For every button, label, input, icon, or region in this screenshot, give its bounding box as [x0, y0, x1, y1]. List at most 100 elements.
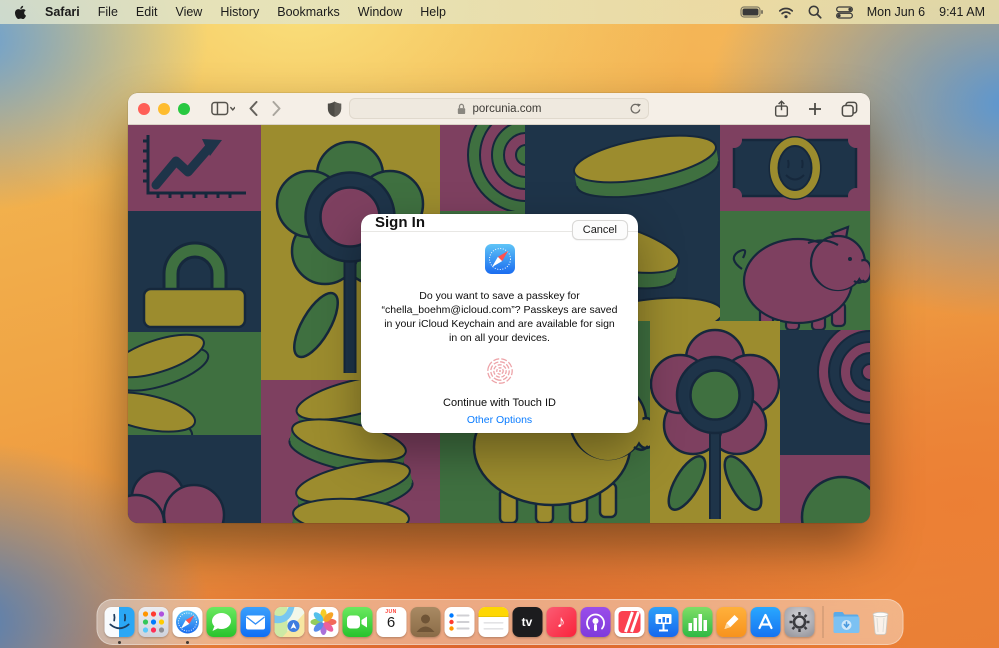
control-center-icon[interactable] — [836, 6, 853, 19]
maps-icon — [274, 607, 304, 637]
art-tile-piggy-bank-magenta — [720, 211, 870, 330]
safari-toolbar: porcunia.com — [128, 93, 870, 125]
share-icon[interactable] — [774, 100, 789, 118]
music-note-icon: ♪ — [557, 612, 566, 632]
dock-item-notes[interactable] — [478, 607, 508, 637]
sidebar-icon[interactable] — [211, 101, 235, 116]
art-tile-green-coin — [780, 455, 870, 523]
video-camera-icon — [347, 615, 368, 629]
art-tile-coins-green — [128, 332, 261, 435]
new-tab-icon[interactable] — [808, 102, 822, 116]
calendar-day-label: 6 — [376, 614, 406, 631]
dock-item-music[interactable]: ♪ — [546, 607, 576, 637]
reload-icon[interactable] — [629, 102, 642, 119]
dock-item-calendar[interactable]: JUN 6 — [376, 607, 406, 637]
dock-item-facetime[interactable] — [342, 607, 372, 637]
close-window-button[interactable] — [138, 103, 150, 115]
menu-item-window[interactable]: Window — [358, 5, 402, 19]
zoom-window-button[interactable] — [178, 103, 190, 115]
privacy-shield-icon[interactable] — [327, 100, 342, 123]
dock-item-tv[interactable]: tv — [512, 607, 542, 637]
dock-item-numbers[interactable] — [682, 607, 712, 637]
menu-bar: Safari File Edit View History Bookmarks … — [0, 0, 999, 24]
forward-icon[interactable] — [272, 101, 281, 116]
dock-item-messages[interactable] — [206, 607, 236, 637]
safari-app-icon — [485, 244, 515, 279]
menu-time[interactable]: 9:41 AM — [939, 5, 985, 19]
dock-item-settings[interactable] — [784, 607, 814, 637]
address-url: porcunia.com — [472, 103, 541, 115]
touch-id-fingerprint-icon — [484, 355, 516, 392]
art-tile-padlock — [128, 211, 261, 332]
spotlight-icon[interactable] — [808, 5, 822, 19]
art-tile-blob-flower — [128, 435, 261, 523]
dock-item-trash[interactable] — [865, 607, 895, 637]
cancel-button[interactable]: Cancel — [572, 220, 628, 240]
back-icon[interactable] — [249, 101, 258, 116]
address-bar[interactable]: porcunia.com — [349, 98, 649, 119]
menu-item-safari[interactable]: Safari — [45, 5, 80, 19]
touch-id-label: Continue with Touch ID — [443, 397, 556, 409]
other-options-link[interactable]: Other Options — [467, 414, 532, 426]
app-store-icon — [755, 612, 775, 632]
dock-item-pages[interactable] — [716, 607, 746, 637]
dock-item-maps[interactable] — [274, 607, 304, 637]
dock-item-contacts[interactable] — [410, 607, 440, 637]
dialog-header: Sign In Cancel — [361, 214, 638, 232]
minimize-window-button[interactable] — [158, 103, 170, 115]
safari-compass-icon — [174, 609, 200, 635]
dock-item-launchpad[interactable] — [138, 607, 168, 637]
art-tile-coin-roll-magenta — [780, 330, 870, 455]
secure-lock-icon — [456, 103, 467, 115]
photos-pinwheel-icon — [310, 609, 336, 635]
running-indicator — [186, 641, 189, 644]
reminders-list-icon — [448, 612, 470, 632]
wifi-icon[interactable] — [778, 6, 794, 19]
desktop: Safari File Edit View History Bookmarks … — [0, 0, 999, 648]
art-tile-flower-magenta — [650, 321, 780, 523]
dock-item-appstore[interactable] — [750, 607, 780, 637]
dock-item-news[interactable] — [614, 607, 644, 637]
dock-item-safari[interactable] — [172, 607, 202, 637]
notes-icon — [478, 607, 508, 637]
downloads-folder-icon — [832, 610, 860, 634]
dock-item-keynote[interactable] — [648, 607, 678, 637]
keynote-podium-icon — [652, 611, 674, 633]
envelope-icon — [245, 615, 265, 630]
menu-date[interactable]: Mon Jun 6 — [867, 5, 925, 19]
dock-item-photos[interactable] — [308, 607, 338, 637]
podcasts-icon — [583, 610, 607, 634]
dock-item-finder[interactable] — [104, 607, 134, 637]
pages-pen-icon — [721, 612, 741, 632]
dock: JUN 6 tv — [96, 599, 903, 645]
art-tile-line-chart — [128, 125, 261, 211]
menu-item-view[interactable]: View — [175, 5, 202, 19]
person-silhouette-icon — [413, 610, 437, 634]
news-icon — [617, 610, 641, 634]
art-tile-money-bill-smiley — [720, 125, 870, 211]
finder-face-icon — [104, 607, 134, 637]
menu-item-help[interactable]: Help — [420, 5, 446, 19]
chat-bubble-icon — [210, 612, 232, 632]
passkey-dialog: Sign In Cancel Do you want to save a pas… — [361, 214, 638, 433]
menu-item-file[interactable]: File — [98, 5, 118, 19]
dialog-body: Do you want to save a passkey for “chell… — [361, 232, 638, 436]
dock-item-podcasts[interactable] — [580, 607, 610, 637]
art-tile-coin-roll — [440, 125, 525, 211]
tab-overview-icon[interactable] — [841, 101, 858, 117]
battery-icon[interactable] — [740, 5, 764, 19]
running-indicator — [118, 641, 121, 644]
apple-menu-icon[interactable] — [14, 5, 27, 20]
dialog-title: Sign In — [375, 214, 425, 231]
dock-item-downloads[interactable] — [831, 607, 861, 637]
apple-tv-logo: tv — [522, 615, 533, 629]
numbers-bars-icon — [687, 612, 707, 632]
trash-can-icon — [869, 609, 891, 636]
dock-separator — [822, 606, 823, 638]
launchpad-grid-icon — [141, 610, 165, 634]
menu-item-history[interactable]: History — [220, 5, 259, 19]
menu-item-bookmarks[interactable]: Bookmarks — [277, 5, 340, 19]
menu-item-edit[interactable]: Edit — [136, 5, 158, 19]
dock-item-mail[interactable] — [240, 607, 270, 637]
dock-item-reminders[interactable] — [444, 607, 474, 637]
